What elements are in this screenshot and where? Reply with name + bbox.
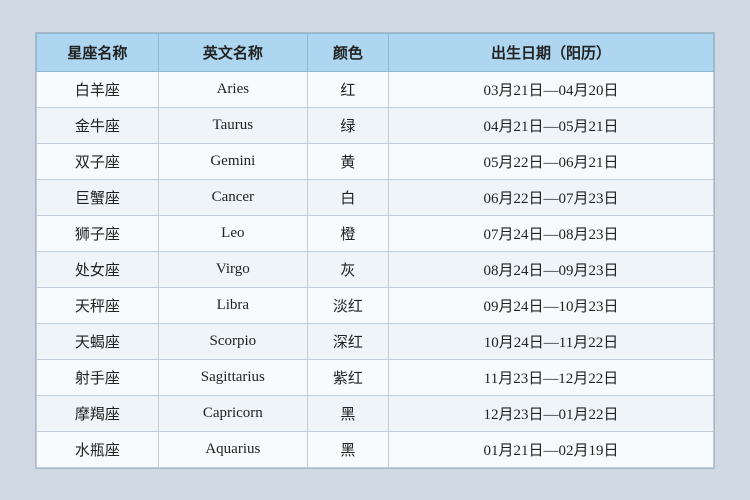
- cell-chinese: 天蝎座: [37, 323, 159, 359]
- cell-chinese: 狮子座: [37, 215, 159, 251]
- cell-color: 绿: [307, 107, 388, 143]
- table-row: 天蝎座Scorpio深红10月24日—11月22日: [37, 323, 714, 359]
- header-color: 颜色: [307, 33, 388, 71]
- cell-date: 01月21日—02月19日: [389, 431, 714, 467]
- cell-date: 12月23日—01月22日: [389, 395, 714, 431]
- cell-chinese: 射手座: [37, 359, 159, 395]
- cell-chinese: 双子座: [37, 143, 159, 179]
- cell-english: Libra: [158, 287, 307, 323]
- table-row: 巨蟹座Cancer白06月22日—07月23日: [37, 179, 714, 215]
- cell-english: Scorpio: [158, 323, 307, 359]
- zodiac-table: 星座名称 英文名称 颜色 出生日期（阳历） 白羊座Aries红03月21日—04…: [36, 33, 714, 468]
- cell-date: 09月24日—10月23日: [389, 287, 714, 323]
- cell-chinese: 处女座: [37, 251, 159, 287]
- cell-color: 淡红: [307, 287, 388, 323]
- table-row: 天秤座Libra淡红09月24日—10月23日: [37, 287, 714, 323]
- header-date: 出生日期（阳历）: [389, 33, 714, 71]
- table-row: 双子座Gemini黄05月22日—06月21日: [37, 143, 714, 179]
- cell-english: Taurus: [158, 107, 307, 143]
- cell-english: Aquarius: [158, 431, 307, 467]
- cell-chinese: 白羊座: [37, 71, 159, 107]
- cell-color: 红: [307, 71, 388, 107]
- cell-english: Aries: [158, 71, 307, 107]
- cell-date: 03月21日—04月20日: [389, 71, 714, 107]
- table-header-row: 星座名称 英文名称 颜色 出生日期（阳历）: [37, 33, 714, 71]
- cell-english: Capricorn: [158, 395, 307, 431]
- cell-english: Gemini: [158, 143, 307, 179]
- cell-date: 06月22日—07月23日: [389, 179, 714, 215]
- table-row: 处女座Virgo灰08月24日—09月23日: [37, 251, 714, 287]
- cell-color: 紫红: [307, 359, 388, 395]
- cell-date: 05月22日—06月21日: [389, 143, 714, 179]
- cell-english: Virgo: [158, 251, 307, 287]
- cell-chinese: 天秤座: [37, 287, 159, 323]
- cell-chinese: 巨蟹座: [37, 179, 159, 215]
- cell-color: 白: [307, 179, 388, 215]
- table-row: 狮子座Leo橙07月24日—08月23日: [37, 215, 714, 251]
- table-row: 水瓶座Aquarius黑01月21日—02月19日: [37, 431, 714, 467]
- cell-chinese: 水瓶座: [37, 431, 159, 467]
- table-row: 金牛座Taurus绿04月21日—05月21日: [37, 107, 714, 143]
- cell-color: 黑: [307, 395, 388, 431]
- table-row: 白羊座Aries红03月21日—04月20日: [37, 71, 714, 107]
- cell-english: Cancer: [158, 179, 307, 215]
- cell-date: 07月24日—08月23日: [389, 215, 714, 251]
- cell-color: 灰: [307, 251, 388, 287]
- cell-english: Leo: [158, 215, 307, 251]
- cell-date: 08月24日—09月23日: [389, 251, 714, 287]
- cell-color: 黑: [307, 431, 388, 467]
- cell-color: 深红: [307, 323, 388, 359]
- cell-color: 黄: [307, 143, 388, 179]
- cell-date: 11月23日—12月22日: [389, 359, 714, 395]
- cell-date: 10月24日—11月22日: [389, 323, 714, 359]
- cell-date: 04月21日—05月21日: [389, 107, 714, 143]
- header-english: 英文名称: [158, 33, 307, 71]
- cell-chinese: 摩羯座: [37, 395, 159, 431]
- header-chinese: 星座名称: [37, 33, 159, 71]
- cell-english: Sagittarius: [158, 359, 307, 395]
- cell-color: 橙: [307, 215, 388, 251]
- table-row: 射手座Sagittarius紫红11月23日—12月22日: [37, 359, 714, 395]
- cell-chinese: 金牛座: [37, 107, 159, 143]
- zodiac-table-container: 星座名称 英文名称 颜色 出生日期（阳历） 白羊座Aries红03月21日—04…: [35, 32, 715, 469]
- table-row: 摩羯座Capricorn黑12月23日—01月22日: [37, 395, 714, 431]
